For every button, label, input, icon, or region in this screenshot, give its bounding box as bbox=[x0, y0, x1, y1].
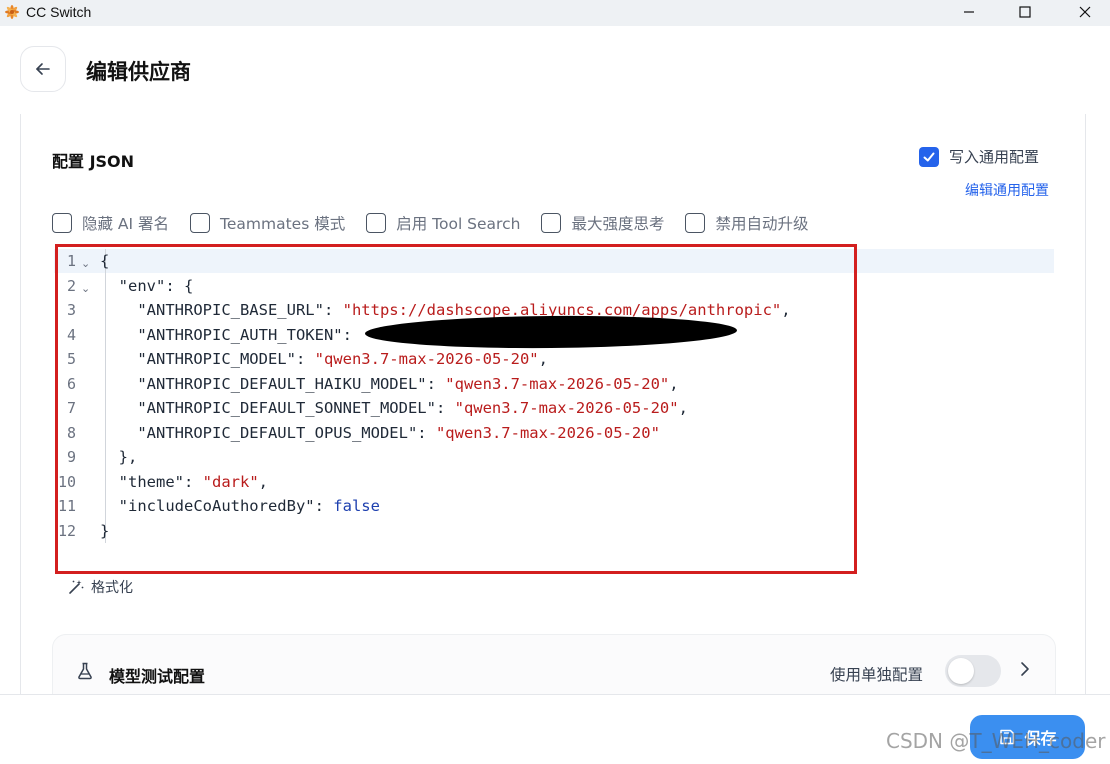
format-button[interactable]: 格式化 bbox=[67, 577, 133, 597]
model-test-title: 模型测试配置 bbox=[109, 667, 206, 686]
option-max-thinking[interactable]: 最大强度思考 bbox=[541, 212, 664, 234]
config-options-row: 隐藏 AI 署名 Teammates 模式 启用 Tool Search 最大强… bbox=[52, 212, 829, 234]
checkbox[interactable] bbox=[190, 213, 211, 233]
config-json-label: 配置 JSON bbox=[52, 152, 135, 171]
checkmark-icon bbox=[923, 152, 935, 161]
checkbox[interactable] bbox=[685, 213, 706, 233]
checkbox-checked[interactable] bbox=[919, 146, 939, 167]
content-panel: 配置 JSON 写入通用配置 编辑通用配置 隐藏 AI 署名 Teammates… bbox=[20, 114, 1086, 694]
checkbox[interactable] bbox=[52, 213, 72, 233]
maximize-icon bbox=[1019, 6, 1031, 18]
option-disable-auto-update[interactable]: 禁用自动升级 bbox=[685, 212, 808, 234]
close-button[interactable] bbox=[1062, 0, 1108, 24]
maximize-button[interactable] bbox=[1002, 0, 1048, 24]
write-common-config-label: 写入通用配置 bbox=[949, 148, 1040, 166]
magic-wand-icon bbox=[69, 580, 84, 594]
arrow-left-icon bbox=[36, 63, 50, 75]
edit-common-config-link[interactable]: 编辑通用配置 bbox=[965, 180, 1049, 200]
model-test-config-card[interactable]: 模型测试配置 使用单独配置 bbox=[52, 634, 1056, 694]
chevron-right-icon[interactable] bbox=[1017, 659, 1033, 679]
option-label: Teammates 模式 bbox=[220, 215, 346, 233]
use-single-config-label: 使用单独配置 bbox=[830, 666, 924, 684]
window-titlebar: CC Switch bbox=[0, 0, 1110, 26]
option-label: 禁用自动升级 bbox=[715, 215, 809, 233]
footer-bar: 保存 CSDN @T_WEH_coder bbox=[0, 694, 1110, 764]
flask-icon bbox=[78, 662, 92, 680]
window-title: CC Switch bbox=[26, 4, 92, 20]
option-label: 最大强度思考 bbox=[571, 215, 665, 233]
page-title: 编辑供应商 bbox=[86, 60, 191, 84]
minimize-button[interactable] bbox=[946, 0, 992, 24]
option-label: 启用 Tool Search bbox=[396, 215, 521, 233]
app-logo-icon bbox=[5, 5, 19, 19]
watermark: CSDN @T_WEH_coder bbox=[886, 729, 1106, 753]
checkbox[interactable] bbox=[366, 213, 387, 233]
checkbox[interactable] bbox=[541, 213, 562, 233]
write-common-config-checkbox[interactable]: 写入通用配置 bbox=[919, 146, 1039, 167]
toggle-knob bbox=[948, 658, 974, 684]
page-header: 编辑供应商 bbox=[0, 26, 1110, 114]
use-single-config-toggle[interactable] bbox=[945, 655, 1001, 687]
format-button-label: 格式化 bbox=[91, 580, 133, 596]
option-enable-tool-search[interactable]: 启用 Tool Search bbox=[366, 212, 520, 234]
close-icon bbox=[1079, 6, 1091, 18]
option-label: 隐藏 AI 署名 bbox=[82, 215, 170, 233]
minimize-icon bbox=[964, 11, 974, 13]
highlight-annotation-box bbox=[55, 244, 857, 574]
option-teammates-mode[interactable]: Teammates 模式 bbox=[190, 212, 345, 234]
back-button[interactable] bbox=[20, 46, 66, 92]
option-hide-ai-signature[interactable]: 隐藏 AI 署名 bbox=[52, 212, 169, 234]
